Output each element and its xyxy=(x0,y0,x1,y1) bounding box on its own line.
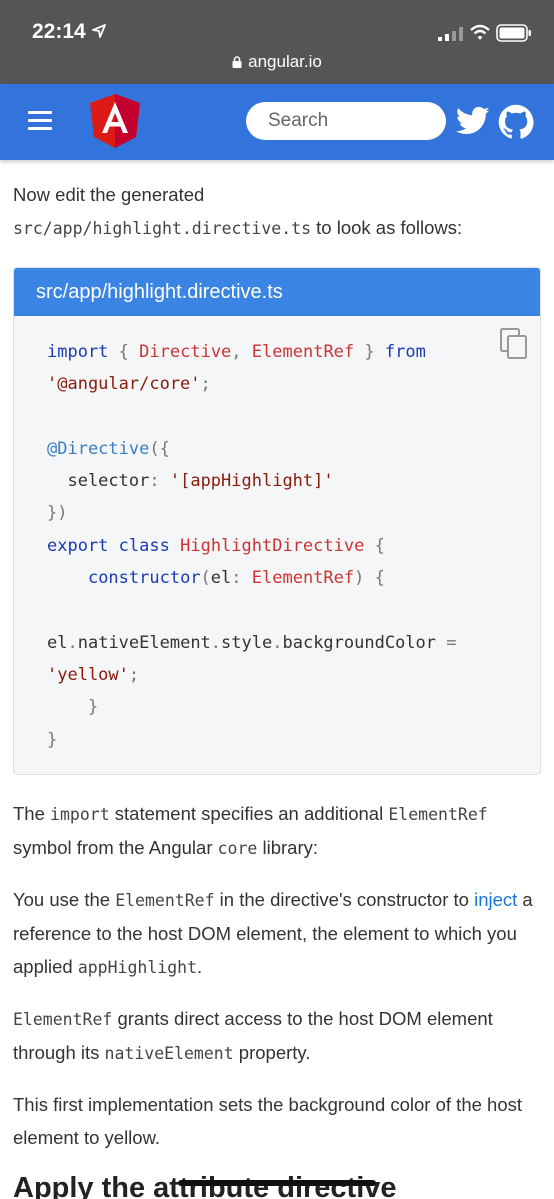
status-bar: 22:14 angular.io xyxy=(0,0,554,84)
battery-icon xyxy=(496,24,531,42)
paragraph-elementref: You use the ElementRef in the directive'… xyxy=(13,888,533,977)
intro-paragraph: Now edit the generated src/app/highlight.… xyxy=(13,184,463,238)
paragraph-import: The import statement specifies an additi… xyxy=(13,802,488,858)
wifi-icon xyxy=(470,24,490,40)
status-time: 22:14 xyxy=(32,20,86,43)
location-arrow-icon xyxy=(92,24,106,38)
code-line: import { Directive, ElementRef } from xyxy=(47,342,426,362)
code-line: constructor(el: ElementRef) { xyxy=(87,568,385,589)
inject-link[interactable]: inject xyxy=(474,889,517,910)
cellular-signal-icon xyxy=(438,27,463,41)
doc-content: Now edit the generated src/app/highlight.… xyxy=(13,178,541,1199)
top-nav xyxy=(0,84,554,160)
paragraph-yellow: This first implementation sets the backg… xyxy=(13,1093,523,1148)
address-bar[interactable]: angular.io xyxy=(0,52,554,72)
twitter-icon[interactable] xyxy=(456,106,490,136)
code-line: @Directive({ xyxy=(47,438,170,459)
code-line: el.nativeElement.style.backgroundColor = xyxy=(47,632,457,653)
angular-logo[interactable] xyxy=(90,94,140,148)
search-input[interactable] xyxy=(246,102,446,140)
code-line: export class HighlightDirective { xyxy=(47,535,385,556)
copy-icon[interactable] xyxy=(500,328,528,360)
code-example-title: src/app/highlight.directive.ts xyxy=(14,268,540,316)
code-line: selector: '[appHighlight]' xyxy=(47,471,334,492)
menu-icon[interactable] xyxy=(28,111,52,131)
code-line: '@angular/core'; xyxy=(47,374,211,395)
code-body: import { Directive, ElementRef } from '@a… xyxy=(14,316,540,774)
code-line: }) xyxy=(47,503,68,524)
code-line: } xyxy=(47,729,58,750)
code-example: src/app/highlight.directive.ts import { … xyxy=(13,267,541,775)
github-icon[interactable] xyxy=(498,104,534,140)
url-text: angular.io xyxy=(248,52,322,71)
paragraph-native-element: ElementRef grants direct access to the h… xyxy=(13,1007,493,1063)
code-line: 'yellow'; xyxy=(47,664,140,685)
lock-icon xyxy=(232,56,242,68)
home-indicator xyxy=(178,1180,376,1186)
code-lines: import { Directive, ElementRef } from '@a… xyxy=(47,336,520,756)
code-line: } xyxy=(87,697,99,718)
